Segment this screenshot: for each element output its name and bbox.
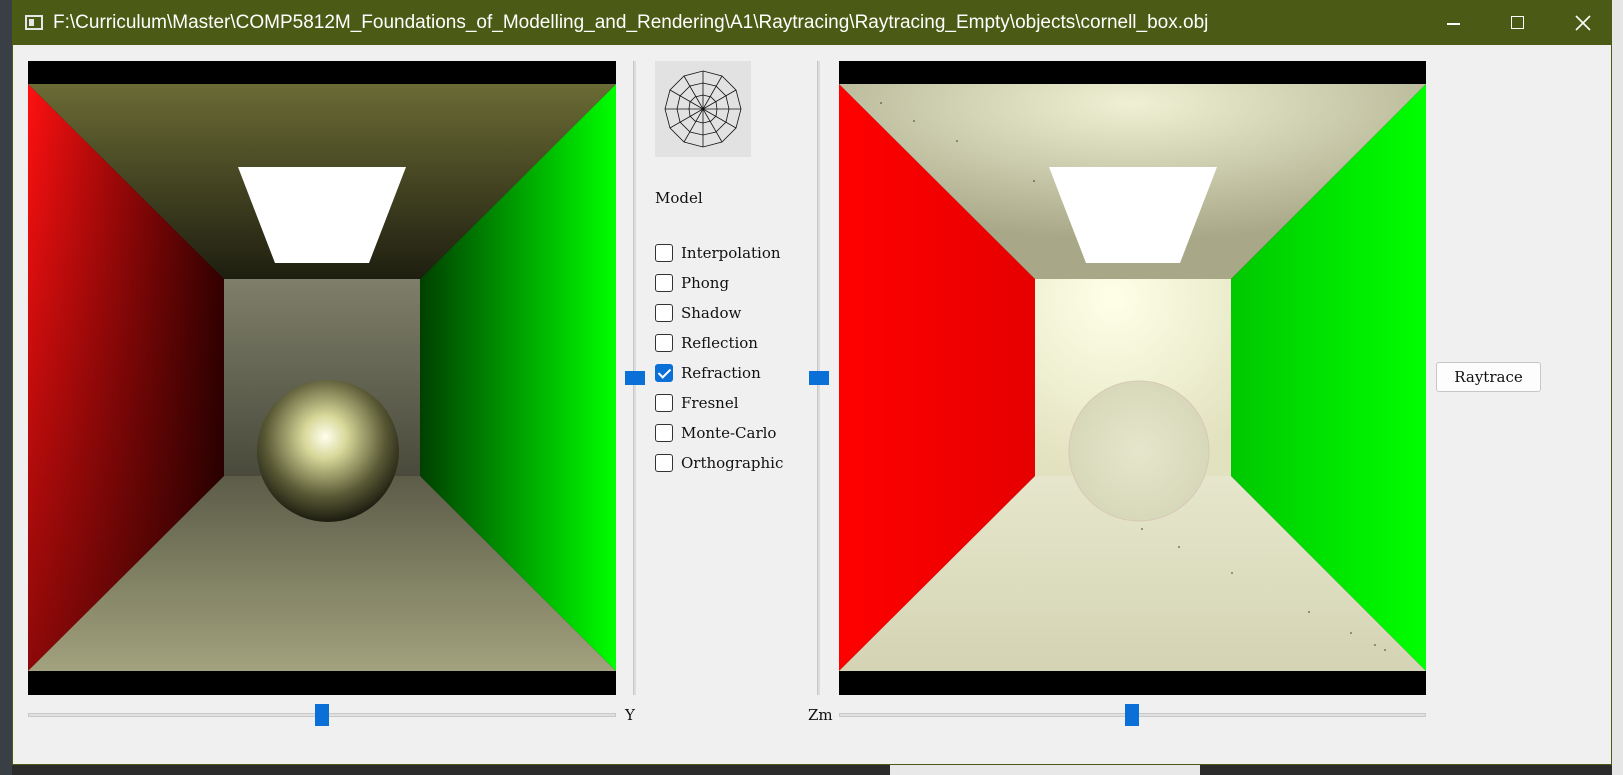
y-slider-thumb[interactable] <box>315 704 329 726</box>
monte-carlo-checkbox[interactable] <box>655 424 673 442</box>
option-fresnel[interactable]: Fresnel <box>655 388 783 418</box>
reflection-checkbox[interactable] <box>655 334 673 352</box>
model-label: Model <box>655 189 703 207</box>
phong-checkbox[interactable] <box>655 274 673 292</box>
option-shadow[interactable]: Shadow <box>655 298 783 328</box>
raytrace-button[interactable]: Raytrace <box>1436 362 1541 392</box>
close-icon <box>1575 15 1591 31</box>
y-slider-label: Y <box>625 706 635 724</box>
option-refraction[interactable]: Refraction <box>655 358 783 388</box>
desktop-background-right <box>1612 0 1623 775</box>
option-label: Refraction <box>681 364 761 382</box>
minimize-button[interactable] <box>1423 1 1483 45</box>
opengl-viewport[interactable] <box>28 61 616 695</box>
option-label: Phong <box>681 274 730 292</box>
option-label: Monte-Carlo <box>681 424 777 442</box>
option-label: Reflection <box>681 334 758 352</box>
option-phong[interactable]: Phong <box>655 268 783 298</box>
option-label: Shadow <box>681 304 742 322</box>
option-orthographic[interactable]: Orthographic <box>655 448 783 478</box>
option-interpolation[interactable]: Interpolation <box>655 238 783 268</box>
zm-slider-label: Zm <box>808 706 833 724</box>
arcball-sphere-icon <box>664 70 742 148</box>
option-label: Interpolation <box>681 244 781 262</box>
render-options: Interpolation Phong Shadow Reflection Re… <box>655 238 783 478</box>
orthographic-checkbox[interactable] <box>655 454 673 472</box>
option-reflection[interactable]: Reflection <box>655 328 783 358</box>
y-rotation-slider-handle[interactable] <box>625 371 645 385</box>
arcball-widget[interactable] <box>655 61 751 157</box>
maximize-button[interactable] <box>1488 1 1548 45</box>
app-window: F:\Curriculum\Master\COMP5812M_Foundatio… <box>12 0 1612 765</box>
fresnel-checkbox[interactable] <box>655 394 673 412</box>
window-title: F:\Curriculum\Master\COMP5812M_Foundatio… <box>53 12 1209 33</box>
raytrace-viewport[interactable] <box>839 61 1426 695</box>
close-button[interactable] <box>1553 1 1613 45</box>
maximize-icon <box>1511 16 1524 29</box>
title-bar[interactable]: F:\Curriculum\Master\COMP5812M_Foundatio… <box>13 1 1611 45</box>
option-label: Fresnel <box>681 394 739 412</box>
desktop-background-left <box>0 0 12 775</box>
zm-slider-thumb[interactable] <box>1125 704 1139 726</box>
refraction-checkbox[interactable] <box>655 364 673 382</box>
minimize-icon <box>1447 23 1460 25</box>
shadow-checkbox[interactable] <box>655 304 673 322</box>
option-monte-carlo[interactable]: Monte-Carlo <box>655 418 783 448</box>
window-icon <box>25 15 43 30</box>
option-label: Orthographic <box>681 454 784 472</box>
interpolation-checkbox[interactable] <box>655 244 673 262</box>
zm-slider-handle[interactable] <box>809 371 829 385</box>
